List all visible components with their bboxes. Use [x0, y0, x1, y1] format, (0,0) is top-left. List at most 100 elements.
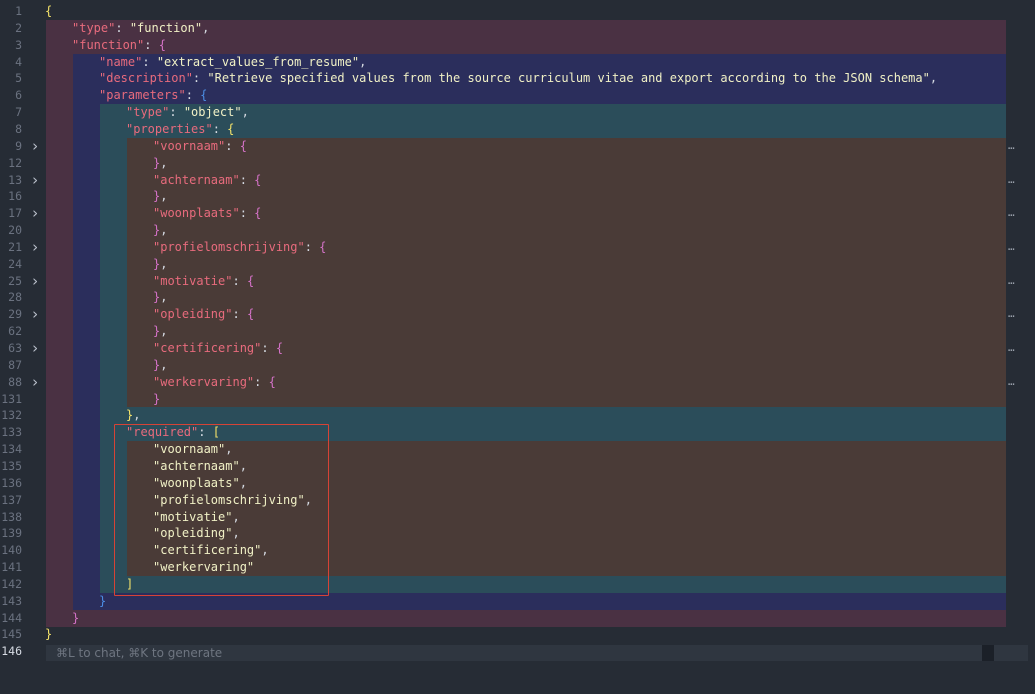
chevron-right-icon[interactable]: › — [29, 373, 41, 391]
code-line[interactable]: 144} — [0, 609, 1035, 627]
code-text: "properties": { — [126, 121, 234, 138]
chat-input-bar[interactable]: ⌘L to chat, ⌘K to generate — [46, 645, 1028, 661]
chevron-right-icon[interactable]: › — [29, 171, 41, 189]
indent-guide — [73, 356, 100, 374]
code-line[interactable]: 13 › … "achternaam": { — [0, 171, 1035, 189]
indent-guide — [46, 70, 73, 88]
code-line[interactable]: 5 "description": "Retrieve specified valu… — [0, 70, 1035, 88]
indent-guide — [100, 356, 127, 374]
indent-guide — [46, 188, 73, 206]
code-line[interactable]: 145} — [0, 626, 1035, 643]
code-line[interactable]: 132}, — [0, 407, 1035, 425]
line-number: 138 — [1, 509, 22, 524]
indent-guide — [73, 407, 100, 425]
indent-guide — [73, 289, 100, 307]
code-line[interactable]: 88 › … "werkervaring": { — [0, 373, 1035, 391]
code-token: } — [72, 610, 80, 625]
indent-guide — [73, 255, 100, 273]
indent-guide — [46, 390, 73, 408]
code-token: : — [304, 239, 320, 254]
code-text: } — [99, 593, 106, 610]
code-line[interactable]: 16}, — [0, 188, 1035, 206]
indent-guide — [100, 272, 127, 290]
code-token: "achternaam" — [153, 172, 240, 187]
indent-guide — [46, 154, 73, 172]
code-line[interactable]: 24}, — [0, 255, 1035, 273]
chevron-right-icon[interactable]: › — [29, 238, 41, 256]
line-number: 20 — [8, 223, 22, 238]
code-line[interactable]: 4 "name": "extract_values_from_resume", — [0, 53, 1035, 71]
code-line[interactable]: 20}, — [0, 222, 1035, 240]
code-line[interactable]: 21 › … "profielomschrijving": { — [0, 238, 1035, 256]
code-line[interactable]: 3 "function": { — [0, 36, 1035, 54]
code-token: , — [241, 105, 249, 120]
code-token: : — [232, 273, 247, 288]
scrollbar-thumb[interactable] — [982, 645, 994, 661]
folded-ellipsis-icon[interactable]: … — [1008, 172, 1015, 187]
code-token: "certificering" — [153, 341, 262, 355]
code-token: "profielomschrijving" — [153, 239, 305, 254]
folded-ellipsis-icon[interactable]: … — [1008, 306, 1015, 321]
line-number: 131 — [1, 391, 22, 406]
code-line[interactable]: 29 › … "opleiding": { — [0, 306, 1035, 324]
indent-guide — [73, 508, 100, 526]
code-line[interactable]: 6 "parameters": { — [0, 87, 1035, 105]
line-number: 141 — [1, 560, 22, 575]
code-line[interactable]: 12}, — [0, 154, 1035, 172]
indent-guide — [100, 373, 127, 391]
code-token: : — [212, 121, 228, 136]
code-token: , — [160, 290, 168, 305]
line-number: 143 — [1, 593, 22, 608]
code-line[interactable]: 7 "type": "object", — [0, 104, 1035, 122]
indent-guide — [46, 238, 73, 256]
indent-guide — [46, 575, 73, 593]
code-token: } — [45, 627, 53, 642]
folded-ellipsis-icon[interactable]: … — [1008, 239, 1015, 254]
code-line[interactable]: 9 › … "voornaam": { — [0, 137, 1035, 155]
indent-guide — [73, 340, 100, 357]
indent-guide — [73, 323, 100, 341]
code-line[interactable]: 2 "type": "function", — [0, 19, 1035, 37]
folded-ellipsis-icon[interactable]: … — [1008, 138, 1015, 153]
indent-guide — [73, 171, 100, 189]
code-line[interactable]: 1{ — [0, 3, 1035, 20]
indent-guide — [100, 154, 127, 172]
folded-ellipsis-icon[interactable]: … — [1008, 374, 1015, 389]
code-token: , — [133, 408, 141, 423]
indent-band — [127, 255, 1006, 273]
code-text: "voornaam": { — [153, 138, 247, 155]
indent-guide — [46, 542, 73, 560]
indent-band — [127, 289, 1006, 307]
indent-guide — [46, 525, 73, 543]
folded-ellipsis-icon[interactable]: … — [1008, 273, 1015, 288]
code-line[interactable]: 17 › … "woonplaats": { — [0, 205, 1035, 223]
indent-guide — [73, 272, 100, 290]
indent-guide — [46, 53, 73, 71]
chevron-right-icon[interactable]: › — [29, 137, 41, 155]
code-line[interactable]: 87}, — [0, 356, 1035, 374]
code-line[interactable]: 25 › … "motivatie": { — [0, 272, 1035, 290]
code-line[interactable]: 8 "properties": { — [0, 120, 1035, 138]
code-line[interactable]: 63 › … "certificering": { — [0, 340, 1035, 357]
code-token: } — [99, 593, 107, 608]
code-text: }, — [126, 407, 140, 424]
code-token: , — [160, 357, 168, 372]
folded-ellipsis-icon[interactable]: … — [1008, 205, 1015, 220]
chevron-right-icon[interactable]: › — [29, 306, 41, 323]
code-text: "achternaam": { — [153, 172, 261, 189]
code-line[interactable]: 28}, — [0, 289, 1035, 307]
line-number: 140 — [1, 543, 22, 558]
chevron-right-icon[interactable]: › — [29, 272, 41, 290]
folded-ellipsis-icon[interactable]: … — [1008, 340, 1015, 355]
code-line[interactable]: 131} — [0, 390, 1035, 408]
code-text: { — [45, 3, 52, 20]
chevron-right-icon[interactable]: › — [29, 205, 41, 222]
code-text: }, — [153, 222, 167, 239]
line-number: 87 — [8, 357, 22, 372]
line-number: 134 — [1, 442, 22, 457]
code-line[interactable]: 62}, — [0, 323, 1035, 341]
chevron-right-icon[interactable]: › — [29, 340, 41, 357]
line-number: 7 — [15, 105, 22, 120]
indent-guide — [46, 356, 73, 374]
code-text: "function": { — [72, 37, 166, 54]
